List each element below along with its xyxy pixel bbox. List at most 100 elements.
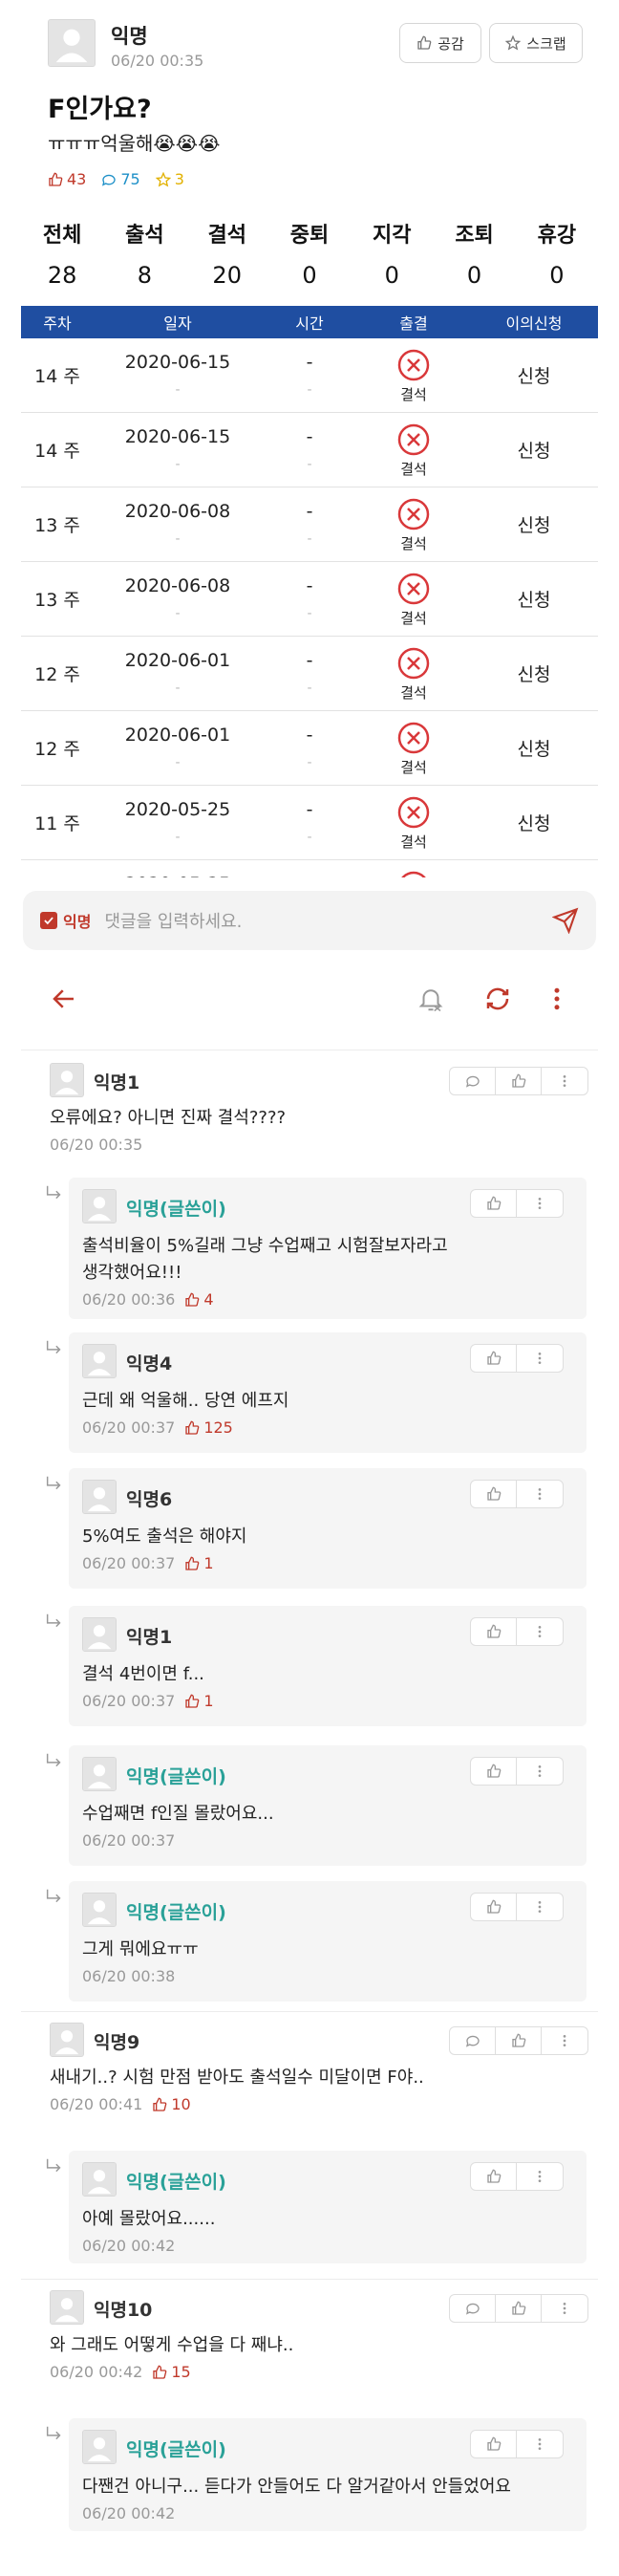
date-sub: - bbox=[175, 681, 181, 696]
more-options-icon bbox=[538, 1488, 542, 1500]
date-sub: - bbox=[175, 457, 181, 472]
week-cell: 14 주 bbox=[34, 441, 80, 462]
like-comment-button[interactable] bbox=[471, 2431, 517, 2457]
star-icon bbox=[505, 35, 522, 51]
thumbs-up-icon bbox=[185, 1292, 200, 1307]
date-sub: - bbox=[175, 382, 181, 398]
appeal-button[interactable]: 신청 bbox=[470, 786, 598, 859]
appeal-button[interactable]: 신청 bbox=[470, 637, 598, 710]
scrap-post-button[interactable]: 스크랩 bbox=[489, 23, 583, 63]
like-comment-button[interactable] bbox=[471, 1345, 517, 1372]
comment-meta: 06/20 00:37 1 bbox=[82, 1554, 214, 1572]
appeal-button[interactable]: 신청 bbox=[470, 338, 598, 412]
thumbs-up-icon bbox=[486, 1351, 501, 1365]
like-comment-button[interactable] bbox=[471, 1481, 517, 1507]
status-label: 결석 bbox=[400, 535, 427, 552]
comment-like-count: 125 bbox=[203, 1418, 233, 1437]
comment-meta: 06/20 00:37 1 bbox=[82, 1692, 214, 1710]
comment-more-button[interactable] bbox=[517, 1618, 563, 1645]
comment-like-count: 15 bbox=[171, 2363, 191, 2381]
like-comment-button[interactable] bbox=[496, 2295, 542, 2322]
appeal-button[interactable]: 신청 bbox=[470, 562, 598, 636]
comment-more-button[interactable] bbox=[517, 2431, 563, 2457]
anonymous-checkbox[interactable] bbox=[40, 912, 57, 929]
time-cell: - - bbox=[262, 487, 357, 561]
check-icon bbox=[44, 917, 53, 925]
like-comment-button[interactable] bbox=[471, 1190, 517, 1217]
table-row: 13 주 2020-06-08 - - - 결석 신청 bbox=[21, 487, 598, 562]
reply-button[interactable] bbox=[450, 2027, 496, 2054]
absent-x-icon bbox=[397, 349, 430, 381]
comment-input-bar: 익명 댓글을 입력하세요. bbox=[23, 891, 596, 950]
like-comment-button[interactable] bbox=[471, 2163, 517, 2190]
like-comment-button[interactable] bbox=[471, 1758, 517, 1785]
thumbs-up-icon bbox=[486, 1196, 501, 1210]
comment-more-button[interactable] bbox=[517, 1758, 563, 1785]
comment-body: 아예 몰랐어요...... bbox=[82, 2209, 216, 2229]
like-comment-button[interactable] bbox=[496, 2027, 542, 2054]
reply-arrow-icon bbox=[46, 1613, 61, 1628]
week-cell bbox=[21, 860, 94, 877]
stat-cancelled: 휴강 0 bbox=[516, 218, 598, 289]
appeal-button[interactable] bbox=[470, 860, 598, 877]
thumbs-up-icon bbox=[486, 2169, 501, 2183]
like-comment-button[interactable] bbox=[471, 1618, 517, 1645]
speech-bubble-icon bbox=[465, 1075, 480, 1088]
refresh-icon[interactable] bbox=[483, 985, 512, 1013]
attendance-table-body: 14 주 2020-06-15 - - - 결석 신청 14 주 2020-06… bbox=[0, 338, 619, 877]
avatar bbox=[82, 1757, 117, 1791]
comment-more-button[interactable] bbox=[517, 1481, 563, 1507]
comment-author: 익명(글쓴이) bbox=[126, 2439, 226, 2460]
appeal-button[interactable]: 신청 bbox=[470, 413, 598, 487]
comment-time: 06/20 00:37 bbox=[82, 1831, 176, 1850]
thumbs-up-icon bbox=[417, 35, 432, 50]
post-time: 06/20 00:35 bbox=[111, 52, 204, 70]
time-value: - bbox=[306, 725, 313, 746]
appeal-button[interactable]: 신청 bbox=[470, 487, 598, 561]
date-value: 2020-06-01 bbox=[124, 650, 231, 671]
comment-more-button[interactable] bbox=[542, 2027, 587, 2054]
comment-body: 다짼건 아니구... 듣다가 안들어도 다 알거같아서 안들었어요 bbox=[82, 2477, 511, 2497]
like-post-button[interactable]: 공감 bbox=[399, 23, 481, 63]
comment-more-button[interactable] bbox=[517, 2163, 563, 2190]
col-header-appeal: 이의신청 bbox=[505, 314, 563, 333]
date-cell: 2020-05-25 bbox=[94, 860, 262, 877]
comment-more-button[interactable] bbox=[517, 1894, 563, 1920]
comment-more-button[interactable] bbox=[517, 1345, 563, 1372]
like-comment-button[interactable] bbox=[471, 1894, 517, 1920]
date-value: 2020-06-01 bbox=[124, 725, 231, 746]
comment-time: 06/20 00:37 bbox=[82, 1692, 176, 1710]
back-arrow-icon[interactable] bbox=[50, 985, 78, 1013]
like-comment-button[interactable] bbox=[496, 1068, 542, 1094]
status-cell: 결석 bbox=[357, 711, 470, 785]
more-options-icon bbox=[563, 2035, 566, 2046]
comment-body: 그게 뭐에요ㅠㅠ bbox=[82, 1939, 199, 1959]
comment-input[interactable]: 댓글을 입력하세요. bbox=[104, 908, 552, 933]
week-cell: 12 주 bbox=[34, 739, 80, 760]
thumbs-up-icon bbox=[486, 2436, 501, 2451]
date-cell: 2020-06-01 - bbox=[94, 637, 262, 710]
comment-author: 익명(글쓴이) bbox=[126, 1766, 226, 1787]
reply-button[interactable] bbox=[450, 2295, 496, 2322]
notification-off-icon[interactable] bbox=[416, 985, 445, 1013]
date-sub: - bbox=[175, 531, 181, 547]
reply-arrow-icon bbox=[46, 2158, 61, 2173]
status-cell: 결석 bbox=[357, 487, 470, 561]
thumbs-up-icon bbox=[185, 1694, 200, 1708]
more-options-icon[interactable] bbox=[543, 985, 571, 1013]
comment-more-button[interactable] bbox=[542, 1068, 587, 1094]
time-cell: - - bbox=[262, 413, 357, 487]
date-cell: 2020-06-08 - bbox=[94, 487, 262, 561]
reply-button[interactable] bbox=[450, 1068, 496, 1094]
appeal-button[interactable]: 신청 bbox=[470, 711, 598, 785]
comment-more-button[interactable] bbox=[517, 1190, 563, 1217]
stat-value: 0 bbox=[549, 262, 565, 289]
speech-bubble-icon bbox=[465, 2035, 480, 2047]
send-icon[interactable] bbox=[552, 907, 579, 934]
absent-x-icon bbox=[397, 722, 430, 754]
table-row: 12 주 2020-06-01 - - - 결석 신청 bbox=[21, 637, 598, 711]
comment-more-button[interactable] bbox=[542, 2295, 587, 2322]
stat-label: 출석 bbox=[125, 224, 164, 248]
stat-absent: 결석 20 bbox=[186, 218, 268, 289]
stat-label: 지각 bbox=[373, 224, 412, 248]
